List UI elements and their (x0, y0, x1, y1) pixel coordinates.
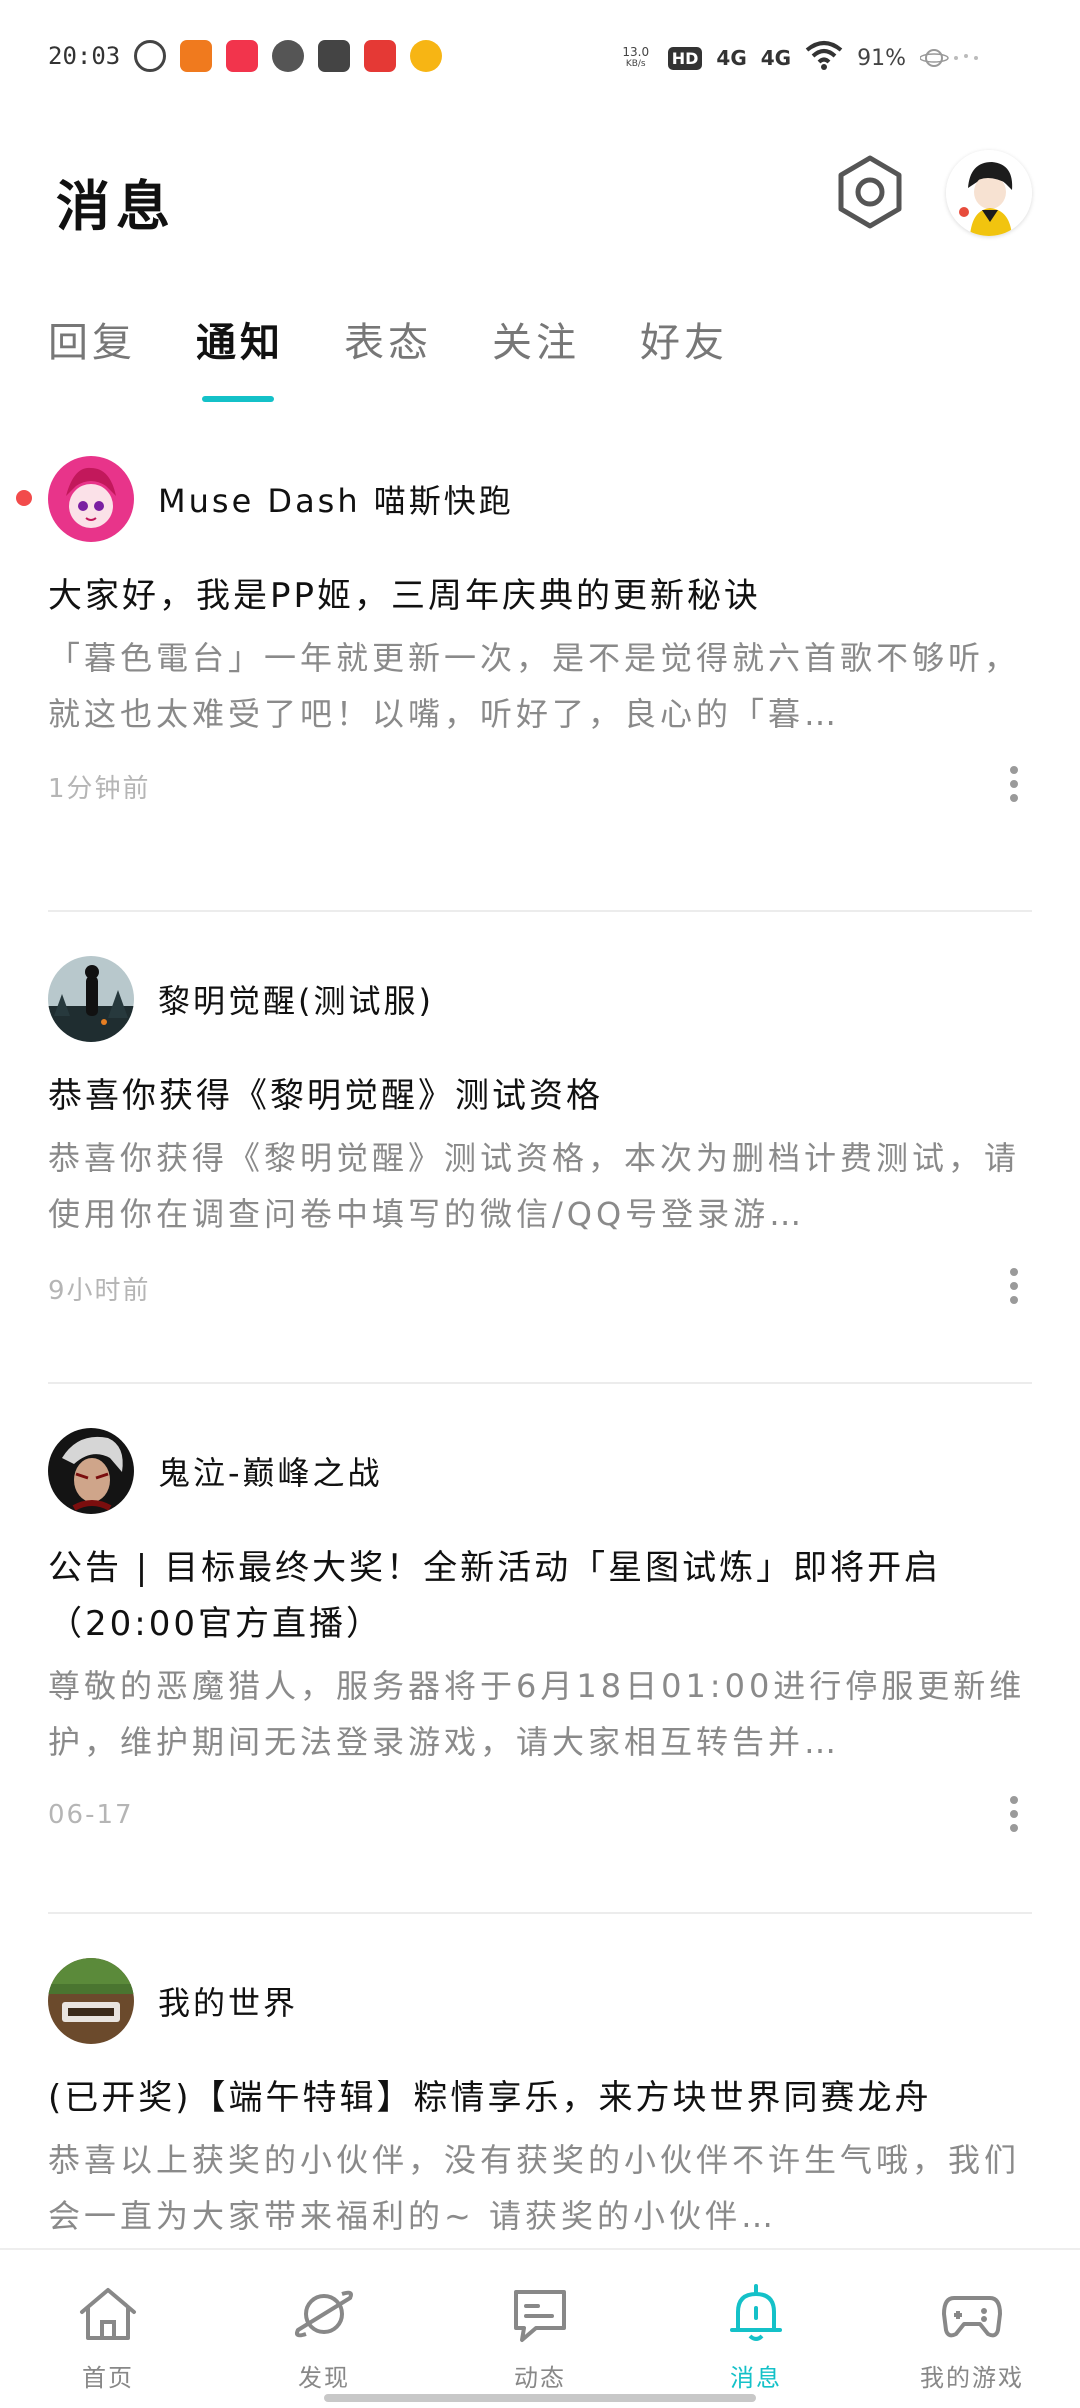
source-name: 鬼泣-巅峰之战 (158, 1454, 383, 1492)
tab-friends[interactable]: 好友 (640, 310, 728, 410)
page-header: 消息 (0, 120, 1080, 270)
mail-icon (318, 40, 350, 72)
user-avatar[interactable] (946, 150, 1032, 236)
notification-title: 公告 | 目标最终大奖！全新活动「星图试炼」即将开启（20:00官方直播） (48, 1548, 942, 1644)
battery-level: 91% (857, 45, 906, 71)
app-yellow-icon (410, 40, 442, 72)
signal-icon: 4G (760, 46, 792, 70)
more-options-button[interactable] (996, 762, 1032, 806)
bell-icon (730, 2284, 782, 2341)
nav-home[interactable]: 首页 (0, 2250, 216, 2408)
nav-my-games[interactable]: 我的游戏 (864, 2250, 1080, 2408)
home-icon (80, 2288, 136, 2340)
notification-icons (134, 40, 442, 72)
planet-indicator-icon (919, 46, 980, 70)
notification-list: Muse Dash 喵斯快跑 大家好，我是PP姬，三周年庆典的更新秘诀 「暮色電… (0, 440, 1080, 2248)
notification-body: 恭喜你获得《黎明觉醒》测试资格，本次为删档计费测试，请使用你在调查问卷中填写的微… (48, 1139, 1021, 1233)
notification-title: (已开奖)【端午特辑】粽情享乐，来方块世界同赛龙舟 (48, 2078, 932, 2118)
more-options-button[interactable] (996, 1264, 1032, 1308)
source-avatar[interactable] (48, 456, 134, 542)
page-title: 消息 (56, 175, 176, 238)
nav-label: 发现 (298, 2364, 350, 2392)
nav-label: 消息 (730, 2364, 782, 2392)
signal-icon: 4G (716, 46, 747, 70)
source-name: 黎明觉醒(测试服) (158, 982, 434, 1020)
more-options-button[interactable] (996, 1792, 1032, 1836)
source-name: 我的世界 (158, 1984, 299, 2022)
app-red-icon (364, 40, 396, 72)
bottom-navigation: 首页 发现 动态 消息 我的游戏 (0, 2248, 1080, 2408)
notification-body: 「暮色電台」一年就更新一次，是不是觉得就六首歌不够听，就这也太难受了吧！以嘴，听… (48, 639, 1021, 733)
nav-feed[interactable]: 动态 (432, 2250, 648, 2408)
nav-label: 首页 (82, 2364, 134, 2392)
notification-card[interactable]: 黎明觉醒(测试服) 恭喜你获得《黎明觉醒》测试资格 恭喜你获得《黎明觉醒》测试资… (0, 912, 1080, 1384)
netease-music-icon (134, 40, 166, 72)
notification-body: 恭喜以上获奖的小伙伴，没有获奖的小伙伴不许生气哦，我们会一直为大家带来福利的~ … (48, 2141, 1021, 2235)
app-orange-icon (180, 40, 212, 72)
status-bar: 20:03 13.0 KB/s HD 4G 4G 91% (0, 0, 1080, 120)
home-indicator[interactable] (324, 2394, 756, 2402)
notification-title: 恭喜你获得《黎明觉醒》测试资格 (48, 1076, 603, 1116)
source-avatar[interactable] (48, 956, 134, 1042)
nav-discover[interactable]: 发现 (216, 2250, 432, 2408)
source-name: Muse Dash 喵斯快跑 (158, 482, 514, 520)
hd-badge: HD (667, 46, 703, 70)
notification-card[interactable]: Muse Dash 喵斯快跑 大家好，我是PP姬，三周年庆典的更新秘诀 「暮色電… (0, 440, 1080, 912)
source-avatar[interactable] (48, 1428, 134, 1514)
nav-label: 动态 (514, 2364, 566, 2392)
nav-messages[interactable]: 消息 (648, 2250, 864, 2408)
planet-icon (295, 2290, 353, 2338)
settings-button[interactable] (832, 154, 908, 230)
xiaohongshu-icon (226, 40, 258, 72)
notification-title: 大家好，我是PP姬，三周年庆典的更新秘诀 (48, 576, 762, 616)
notification-body: 尊敬的恶魔猎人，服务器将于6月18日01:00进行停服更新维护，维护期间无法登录… (48, 1667, 1026, 1761)
tab-notification[interactable]: 通知 (196, 310, 284, 410)
chat-icon (514, 2290, 566, 2342)
source-avatar[interactable] (48, 1958, 134, 2044)
notification-time: 1分钟前 (48, 774, 151, 804)
message-tabs: 回复 通知 表态 关注 好友 (48, 310, 788, 410)
tab-reaction[interactable]: 表态 (344, 310, 432, 410)
wifi-icon (805, 40, 843, 76)
wechat-icon (272, 40, 304, 72)
gamepad-icon (942, 2296, 1002, 2338)
notification-card[interactable]: 鬼泣-巅峰之战 公告 | 目标最终大奖！全新活动「星图试炼」即将开启（20:00… (0, 1384, 1080, 1914)
notification-time: 9小时前 (48, 1276, 151, 1306)
tab-reply[interactable]: 回复 (48, 310, 136, 410)
unread-dot (16, 490, 32, 506)
status-time: 20:03 (48, 42, 121, 70)
nav-label: 我的游戏 (920, 2364, 1024, 2392)
notification-time: 06-17 (48, 1800, 134, 1830)
network-speed: 13.0 KB/s (622, 45, 650, 69)
notification-card[interactable]: 我的世界 (已开奖)【端午特辑】粽情享乐，来方块世界同赛龙舟 恭喜以上获奖的小伙… (0, 1914, 1080, 2248)
tab-follow[interactable]: 关注 (492, 310, 580, 410)
avatar-image (946, 150, 1032, 236)
gear-icon (838, 155, 902, 229)
